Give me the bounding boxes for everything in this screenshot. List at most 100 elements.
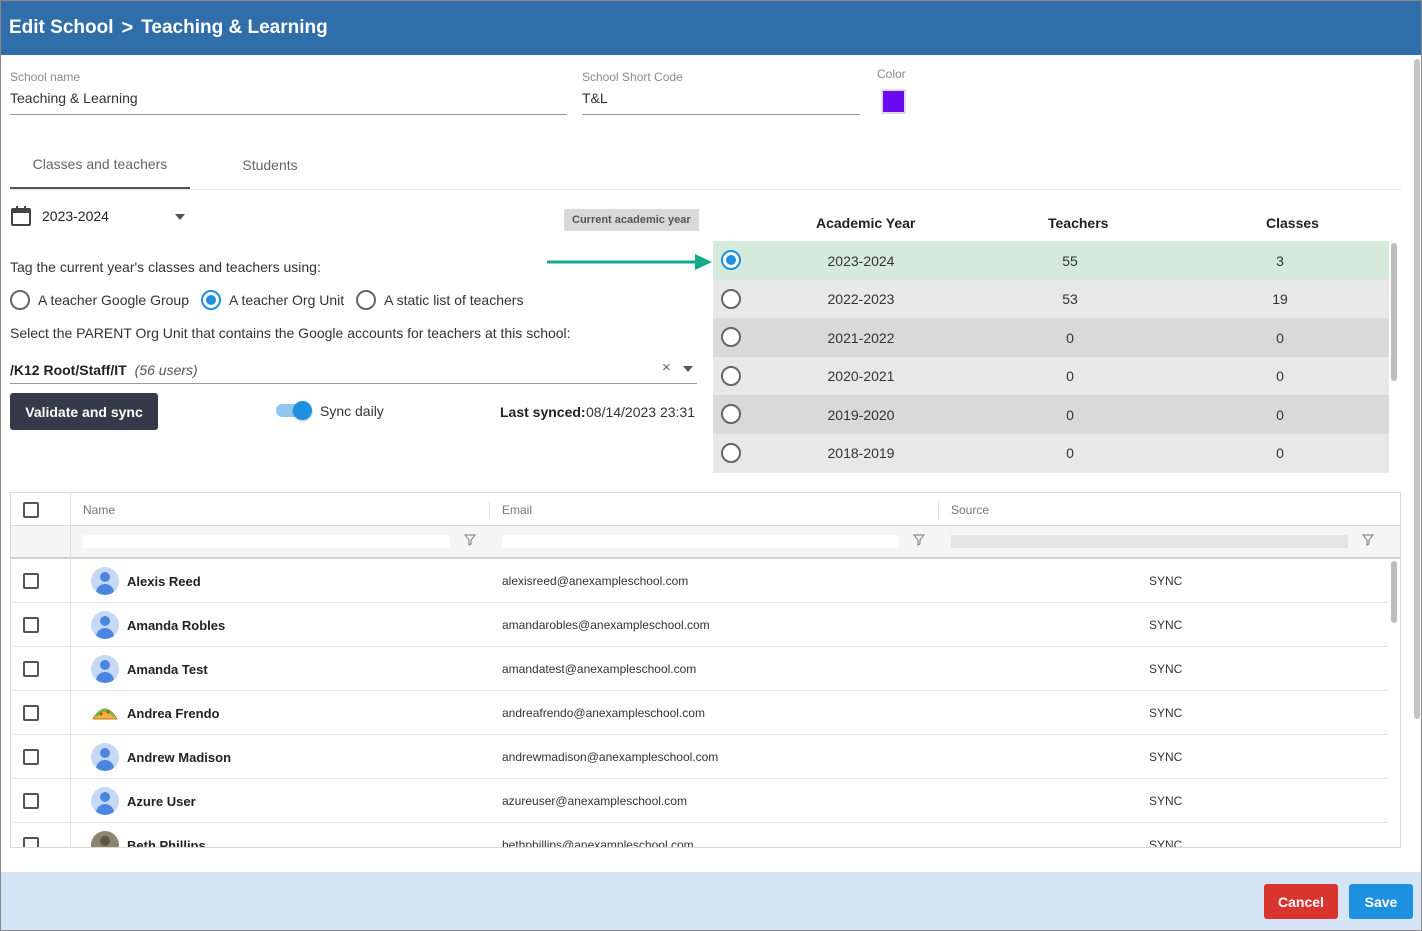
clear-icon[interactable]: × xyxy=(662,359,671,376)
academic-year-row[interactable]: 2020-2021 0 0 xyxy=(713,356,1389,396)
row-checkbox[interactable] xyxy=(23,749,39,765)
email-filter-input[interactable] xyxy=(502,535,899,548)
row-source: SYNC xyxy=(1149,618,1183,632)
table-row[interactable]: Beth Phillips bethphillips@anexampleschoo… xyxy=(11,823,1388,848)
source-filter-input[interactable] xyxy=(951,535,1348,548)
year-radio[interactable] xyxy=(721,250,741,270)
org-unit-select[interactable]: /K12 Root/Staff/IT (56 users) × xyxy=(10,357,697,384)
table-row[interactable]: Andrea Frendo andreafrendo@anexampleschoo… xyxy=(11,691,1388,735)
table-row[interactable]: Amanda Robles amandarobles@anexampleschoo… xyxy=(11,603,1388,647)
tab-classes-and-teachers[interactable]: Classes and teachers xyxy=(10,141,190,189)
option-org-unit[interactable]: A teacher Org Unit xyxy=(201,290,344,310)
year-cell-classes: 19 xyxy=(1272,291,1288,307)
year-cell-year: 2022-2023 xyxy=(827,291,895,307)
year-cell-teachers: 53 xyxy=(1062,291,1078,307)
year-radio[interactable] xyxy=(721,365,741,386)
last-synced-label: Last synced: xyxy=(500,404,586,420)
row-email: amandatest@anexampleschool.com xyxy=(502,662,697,676)
page-scrollbar[interactable] xyxy=(1414,59,1420,719)
short-code-input[interactable]: T&L xyxy=(582,90,860,115)
cancel-button[interactable]: Cancel xyxy=(1264,884,1338,919)
row-checkbox[interactable] xyxy=(23,617,39,633)
arrow-indicator-icon xyxy=(547,254,712,270)
row-name: Azure User xyxy=(127,794,196,809)
org-unit-path: /K12 Root/Staff/IT xyxy=(10,362,127,378)
row-checkbox[interactable] xyxy=(23,573,39,589)
row-checkbox[interactable] xyxy=(23,837,39,847)
year-cell-classes: 0 xyxy=(1276,445,1284,461)
save-button[interactable]: Save xyxy=(1349,884,1413,919)
row-name: Beth Phillips xyxy=(127,838,206,848)
header-title: Edit School xyxy=(9,17,114,38)
tab-students[interactable]: Students xyxy=(210,141,330,189)
table-row[interactable]: Andrew Madison andrewmadison@anexamplesch… xyxy=(11,735,1388,779)
tagging-prompt: Tag the current year's classes and teach… xyxy=(10,259,321,275)
year-cell-teachers: 55 xyxy=(1062,252,1078,269)
filter-icon[interactable] xyxy=(464,534,476,546)
table-row[interactable]: Amanda Test amandatest@anexampleschool.co… xyxy=(11,647,1388,691)
row-source: SYNC xyxy=(1149,574,1183,588)
year-radio[interactable] xyxy=(721,288,741,309)
year-radio[interactable] xyxy=(721,404,741,424)
tab-bar: Classes and teachers Students xyxy=(10,141,1401,190)
col-email[interactable]: Email xyxy=(502,503,532,517)
academic-year-row[interactable]: 2023-2024 55 3 xyxy=(713,241,1389,280)
table-row[interactable]: Azure User azureuser@anexampleschool.com S… xyxy=(11,779,1388,823)
academic-year-row[interactable]: 2019-2020 0 0 xyxy=(713,395,1389,434)
name-filter-input[interactable] xyxy=(83,535,450,548)
academic-year-row[interactable]: 2022-2023 53 19 xyxy=(713,279,1389,319)
school-name-input[interactable]: Teaching & Learning xyxy=(10,90,567,115)
school-name-field[interactable]: School name Teaching & Learning xyxy=(10,70,567,115)
select-all-checkbox[interactable] xyxy=(23,502,39,518)
validate-and-sync-button[interactable]: Validate and sync xyxy=(10,393,158,430)
radio-org-unit[interactable] xyxy=(201,290,221,310)
option-static-list-label: A static list of teachers xyxy=(384,292,524,308)
avatar xyxy=(91,743,119,771)
breadcrumb-separator: > xyxy=(121,16,134,39)
option-static-list[interactable]: A static list of teachers xyxy=(356,290,523,310)
grid-filter-row xyxy=(11,526,1400,559)
years-scrollbar[interactable] xyxy=(1391,243,1397,381)
page-header: Edit School > Teaching & Learning xyxy=(1,1,1421,55)
org-unit-prompt: Select the PARENT Org Unit that contains… xyxy=(10,325,571,341)
option-google-group[interactable]: A teacher Google Group xyxy=(10,290,189,310)
academic-year-select[interactable]: 2023-2024 xyxy=(10,205,190,227)
avatar xyxy=(91,655,119,683)
sync-daily-toggle[interactable] xyxy=(276,401,312,420)
row-checkbox[interactable] xyxy=(23,793,39,809)
year-cell-classes: 3 xyxy=(1276,252,1284,269)
col-classes: Classes xyxy=(1266,215,1319,231)
divider xyxy=(489,501,490,519)
academic-year-row[interactable]: 2018-2019 0 0 xyxy=(713,433,1389,473)
col-source[interactable]: Source xyxy=(951,503,989,517)
year-radio[interactable] xyxy=(721,327,741,347)
row-source: SYNC xyxy=(1149,794,1183,808)
row-email: azureuser@anexampleschool.com xyxy=(502,794,687,808)
filter-icon[interactable] xyxy=(913,534,925,546)
row-email: bethphillips@anexampleschool.com xyxy=(502,838,694,848)
short-code-field[interactable]: School Short Code T&L xyxy=(582,70,860,115)
tagging-options: A teacher Google Group A teacher Org Uni… xyxy=(10,290,527,310)
chevron-down-icon[interactable] xyxy=(683,366,693,372)
year-cell-classes: 0 xyxy=(1276,329,1284,346)
taco-avatar-icon xyxy=(91,699,119,727)
year-cell-teachers: 0 xyxy=(1066,329,1074,346)
row-source: SYNC xyxy=(1149,838,1183,848)
col-name[interactable]: Name xyxy=(83,503,115,517)
row-checkbox[interactable] xyxy=(23,705,39,721)
grid-scrollbar[interactable] xyxy=(1391,561,1397,623)
academic-year-row[interactable]: 2021-2022 0 0 xyxy=(713,318,1389,357)
sync-daily-label: Sync daily xyxy=(320,403,384,419)
year-radio[interactable] xyxy=(721,442,741,463)
radio-google-group[interactable] xyxy=(10,290,30,310)
footer-bar: Cancel Save xyxy=(1,872,1421,930)
row-checkbox[interactable] xyxy=(23,661,39,677)
radio-static-list[interactable] xyxy=(356,290,377,310)
short-code-label: School Short Code xyxy=(582,70,683,84)
color-swatch[interactable] xyxy=(881,89,906,114)
col-academic-year: Academic Year xyxy=(816,215,916,231)
avatar xyxy=(91,831,119,847)
filter-icon[interactable] xyxy=(1362,534,1374,546)
table-row[interactable]: Alexis Reed alexisreed@anexampleschool.co… xyxy=(11,559,1388,603)
chevron-down-icon xyxy=(175,214,185,220)
